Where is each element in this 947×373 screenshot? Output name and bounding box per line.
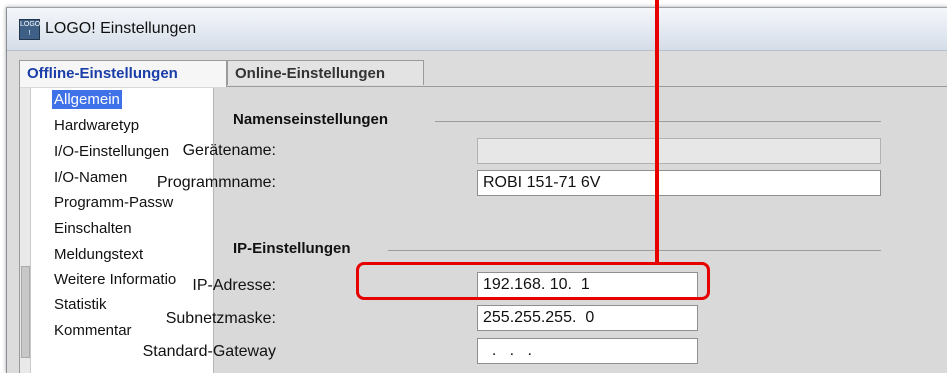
nav-item-io-names[interactable]: I/O-Namen xyxy=(52,168,129,187)
ip-settings-heading: IP-Einstellungen xyxy=(233,240,351,257)
settings-nav: Allgemein Hardwaretyp I/O-Einstellungen … xyxy=(20,88,214,373)
title-bar[interactable]: LOGO ! LOGO! Einstellungen xyxy=(7,8,947,51)
nav-item-comment[interactable]: Kommentar xyxy=(52,321,134,340)
annotation-arrow-line xyxy=(655,0,659,264)
nav-scrollbar-thumb[interactable] xyxy=(21,266,30,358)
device-name-field[interactable] xyxy=(477,138,881,164)
ip-settings-divider xyxy=(388,250,881,251)
tab-online-settings[interactable]: Online-Einstellungen xyxy=(227,60,424,85)
name-settings-heading: Namenseinstellungen xyxy=(233,111,389,128)
logo-app-icon: LOGO ! xyxy=(19,19,40,40)
nav-item-message-text[interactable]: Meldungstext xyxy=(52,245,145,264)
app-icon-text-line-2: ! xyxy=(28,30,31,37)
subnet-mask-field[interactable] xyxy=(477,305,698,331)
nav-item-more-info[interactable]: Weitere Informatio xyxy=(52,270,178,289)
device-name-label: Gerätename: xyxy=(182,142,276,159)
program-name-field[interactable] xyxy=(477,170,881,196)
program-name-label: Programmname: xyxy=(156,174,276,191)
default-gateway-field[interactable] xyxy=(477,338,698,364)
ip-address-label: IP-Adresse: xyxy=(192,277,276,294)
nav-item-power-on[interactable]: Einschalten xyxy=(52,219,134,238)
window-title: LOGO! Einstellungen xyxy=(45,20,197,37)
default-gateway-label: Standard-Gateway xyxy=(142,343,276,360)
settings-content: Namenseinstellungen Gerätename: Programm… xyxy=(143,88,947,373)
nav-item-hardwaretyp[interactable]: Hardwaretyp xyxy=(52,116,141,135)
tab-offline-settings[interactable]: Offline-Einstellungen xyxy=(19,60,227,87)
ip-address-highlight xyxy=(356,262,710,300)
nav-item-program-password[interactable]: Programm-Passw xyxy=(52,193,175,212)
nav-item-statistics[interactable]: Statistik xyxy=(52,295,109,314)
app-icon-text-line-1: LOGO xyxy=(20,21,41,28)
subnet-mask-label: Subnetzmaske: xyxy=(165,310,276,327)
nav-item-allgemein[interactable]: Allgemein xyxy=(52,90,122,109)
nav-item-io-settings[interactable]: I/O-Einstellungen xyxy=(52,142,171,161)
nav-scrollbar[interactable] xyxy=(20,88,31,373)
settings-window: LOGO ! LOGO! Einstellungen Offline-Einst… xyxy=(6,7,947,373)
